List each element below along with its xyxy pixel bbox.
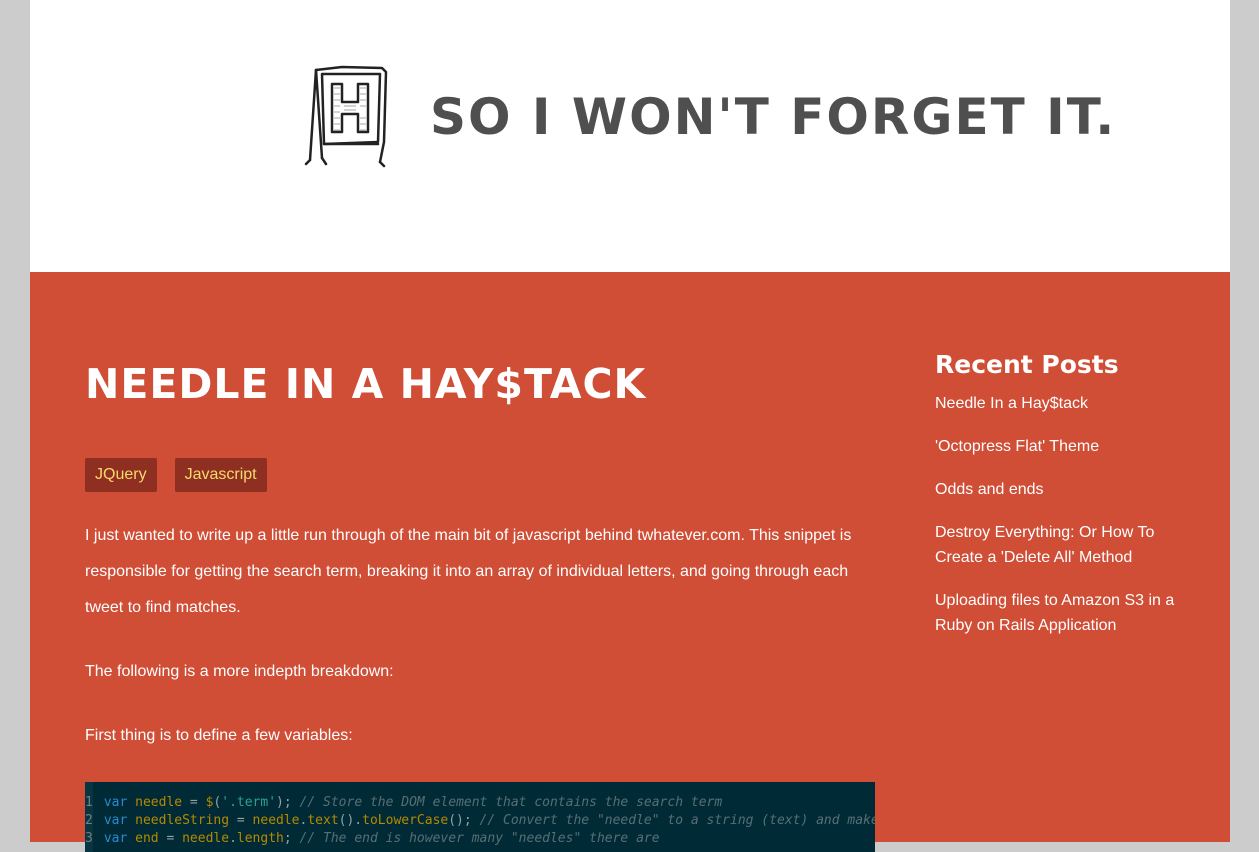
line-number: 2 bbox=[85, 813, 93, 828]
post-title: Needle In a Hay$tack bbox=[85, 360, 647, 408]
recent-post-link[interactable]: 'Octopress Flat' Theme bbox=[935, 434, 1205, 459]
post-paragraph: The following is a more indepth breakdow… bbox=[85, 663, 394, 680]
recent-post-link[interactable]: Destroy Everything: Or How To Create a '… bbox=[935, 520, 1205, 570]
recent-post-link[interactable]: Odds and ends bbox=[935, 477, 1205, 502]
recent-post-link[interactable]: Uploading files to Amazon S3 in a Ruby o… bbox=[935, 588, 1205, 638]
line-number: 1 bbox=[85, 795, 93, 810]
list-item: Uploading files to Amazon S3 in a Ruby o… bbox=[935, 588, 1205, 638]
page-container: So I won't forget it. Needle In a Hay$ta… bbox=[30, 0, 1230, 852]
list-item: Needle In a Hay$tack bbox=[935, 391, 1205, 416]
post-tags: JQuery Javascript bbox=[85, 458, 267, 492]
tag-javascript[interactable]: Javascript bbox=[174, 458, 267, 492]
sidebar-heading: Recent Posts bbox=[935, 350, 1119, 379]
code-line: var needleString = needle.text().toLower… bbox=[103, 813, 875, 828]
site-header: So I won't forget it. bbox=[30, 0, 1230, 272]
post-paragraph: First thing is to define a few variables… bbox=[85, 727, 353, 744]
code-line: var end = needle.length; // The end is h… bbox=[103, 831, 660, 846]
list-item: Odds and ends bbox=[935, 477, 1205, 502]
recent-post-link[interactable]: Needle In a Hay$tack bbox=[935, 391, 1205, 416]
site-tagline[interactable]: So I won't forget it. bbox=[430, 88, 1116, 146]
easel-h-logo-icon[interactable] bbox=[302, 64, 402, 168]
post-body: I just wanted to write up a little run t… bbox=[85, 518, 875, 782]
sidebar: Recent Posts Needle In a Hay$tack 'Octop… bbox=[935, 350, 1205, 656]
code-line: var needle = $('.term'); // Store the DO… bbox=[103, 795, 723, 810]
recent-posts-list: Needle In a Hay$tack 'Octopress Flat' Th… bbox=[935, 391, 1205, 638]
line-number: 3 bbox=[85, 831, 93, 846]
main-content-area: Needle In a Hay$tack JQuery Javascript I… bbox=[30, 272, 1230, 852]
list-item: Destroy Everything: Or How To Create a '… bbox=[935, 520, 1205, 570]
list-item: 'Octopress Flat' Theme bbox=[935, 434, 1205, 459]
post-paragraph: I just wanted to write up a little run t… bbox=[85, 527, 852, 616]
tag-jquery[interactable]: JQuery bbox=[85, 458, 157, 492]
